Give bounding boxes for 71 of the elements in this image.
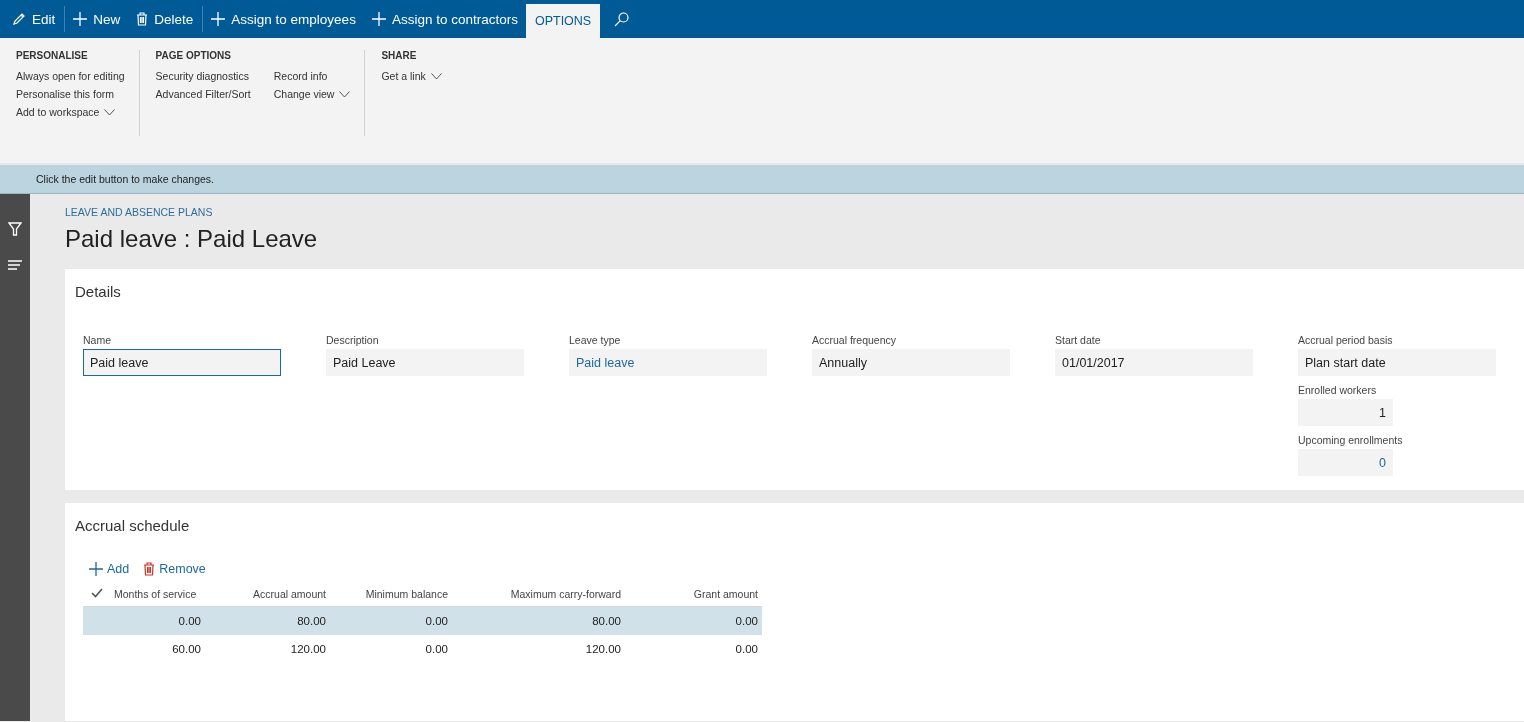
ribbon-item[interactable]: Security diagnostics (155, 70, 251, 82)
table-cell: 120.00 (585, 643, 621, 655)
table-cell: 80.00 (297, 615, 326, 627)
menu-button[interactable] (8, 260, 22, 270)
check-icon (91, 588, 103, 598)
field-label: Leave type (569, 334, 622, 346)
ribbon-item[interactable]: Get a link (381, 70, 442, 82)
input-field[interactable]: 1 (1298, 399, 1393, 426)
toolbar-button[interactable]: New (65, 0, 129, 38)
toolbar-button[interactable]: Assign to contractors (363, 0, 526, 38)
plus-icon (73, 12, 88, 26)
column-header: Minimum balance (365, 588, 448, 600)
field-label: Description (326, 334, 380, 346)
input-field[interactable]: 0 (1298, 449, 1393, 476)
input-field[interactable]: Paid leave (83, 349, 281, 376)
field-label: Start date (1055, 334, 1102, 346)
filter-button[interactable] (8, 222, 22, 236)
menu-icon (8, 260, 22, 270)
table-cell: 80.00 (592, 615, 621, 627)
field-label: Upcoming enrollments (1298, 434, 1404, 446)
field-label: Enrolled workers (1298, 384, 1378, 396)
chevron-down-icon (339, 90, 351, 98)
plus-icon (89, 562, 103, 576)
input-field[interactable]: Paid Leave (326, 349, 524, 376)
breadcrumb: LEAVE AND ABSENCE PLANS (65, 206, 214, 218)
ribbon-group-title: PERSONALISE (16, 50, 89, 61)
input-field[interactable]: 01/01/2017 (1055, 349, 1253, 376)
action-button[interactable]: Remove (143, 562, 206, 576)
section-heading: Details (75, 283, 122, 300)
message-text: Click the edit button to make changes. (36, 173, 215, 185)
field-label: Accrual period basis (1298, 334, 1394, 346)
ribbon-group-title: SHARE (381, 50, 418, 61)
search-icon (614, 11, 630, 27)
pencil-icon (12, 12, 26, 26)
field-label: Name (83, 334, 112, 346)
input-field[interactable]: Plan start date (1298, 349, 1496, 376)
table-cell: 60.00 (172, 643, 201, 655)
table-cell: 0.00 (735, 615, 758, 627)
table-cell: 0.00 (735, 643, 758, 655)
ribbon-item[interactable]: Advanced Filter/Sort (155, 88, 251, 100)
table-cell: 0.00 (425, 615, 448, 627)
column-header: Maximum carry-forward (510, 588, 621, 600)
filter-icon (8, 222, 22, 236)
chevron-down-icon (104, 108, 116, 116)
ribbon-item[interactable]: Always open for editing (16, 70, 125, 82)
toolbar-button[interactable]: Assign to employees (203, 0, 364, 38)
section-heading: Accrual schedule (75, 517, 191, 534)
ribbon-item[interactable]: Change view (273, 88, 351, 100)
input-field[interactable]: Paid leave (569, 349, 767, 376)
options-tab[interactable]: OPTIONS (525, 4, 601, 38)
action-button[interactable]: Add (89, 562, 130, 576)
trash-icon (143, 562, 156, 576)
plus-icon (371, 12, 386, 26)
trash-icon (136, 12, 149, 26)
column-header: Accrual amount (253, 588, 326, 600)
column-header: Months of service (114, 588, 197, 600)
ribbon-item[interactable]: Record info (273, 70, 351, 82)
table-cell: 0.00 (425, 643, 448, 655)
column-header: Grant amount (693, 588, 758, 600)
table-row[interactable]: 60.00 120.00 0.00 120.00 0.00 (83, 635, 762, 663)
ribbon-group-title: PAGE OPTIONS (155, 50, 232, 61)
table-cell: 0.00 (178, 615, 201, 627)
plus-icon (211, 12, 226, 26)
ribbon-item[interactable]: Personalise this form (16, 88, 125, 100)
table-row[interactable]: 0.00 80.00 0.00 80.00 0.00 (83, 607, 762, 635)
field-label: Accrual frequency (812, 334, 898, 346)
page-title: Paid leave : Paid Leave (65, 225, 319, 253)
ribbon-item[interactable]: Add to workspace (16, 106, 125, 118)
input-field[interactable]: Annually (812, 349, 1010, 376)
chevron-down-icon (430, 72, 442, 80)
table-cell: 120.00 (290, 643, 326, 655)
